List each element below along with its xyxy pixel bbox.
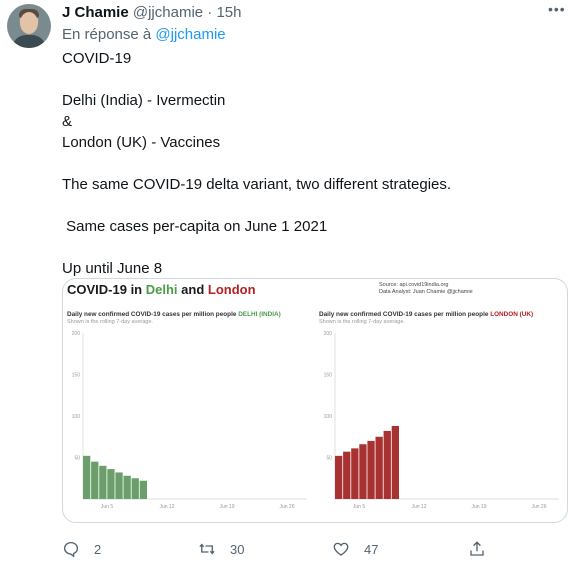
y-tick-label: 150 bbox=[72, 373, 81, 379]
tweet-line: Up until June 8 bbox=[62, 260, 163, 277]
tweet-line: London (UK) - Vaccines bbox=[62, 134, 221, 151]
x-tick-label: Jun 26 bbox=[279, 504, 294, 510]
x-tick-label: Jun 12 bbox=[159, 504, 174, 510]
tweet-actions: 2 30 47 bbox=[62, 538, 562, 560]
reply-to-line: En réponse à @jjchamie bbox=[62, 26, 226, 43]
media-title-london: London bbox=[207, 282, 256, 297]
author-meta[interactable]: @jjchamie · 15h bbox=[133, 4, 242, 21]
bar bbox=[391, 425, 399, 499]
tweet-line bbox=[62, 69, 552, 90]
media-title-delhi: Delhi bbox=[145, 282, 178, 297]
tweet-line: The same COVID-19 delta variant, two dif… bbox=[62, 176, 452, 193]
bar bbox=[383, 430, 391, 499]
chart-title-prefix: Daily new confirmed COVID-19 cases per m… bbox=[67, 311, 239, 318]
x-tick-label: Jun 19 bbox=[471, 504, 486, 510]
chart-title-prefix: Daily new confirmed COVID-19 cases per m… bbox=[319, 311, 491, 318]
chart-title-text: Daily new confirmed COVID-19 cases per m… bbox=[67, 311, 281, 318]
media-title-and: and bbox=[177, 282, 208, 297]
chart-panel-london: Daily new confirmed COVID-19 cases per m… bbox=[319, 309, 567, 517]
retweet-icon bbox=[199, 543, 215, 555]
share-button[interactable] bbox=[468, 538, 500, 560]
x-tick-label: Jun 26 bbox=[531, 504, 546, 510]
bar bbox=[131, 478, 139, 499]
y-tick-label: 50 bbox=[326, 456, 332, 462]
media-title: COVID-19 in Delhi and London bbox=[67, 282, 256, 297]
bar bbox=[375, 436, 383, 499]
x-tick-label: Jun 5 bbox=[101, 504, 113, 510]
chart-title-region: LONDON (UK) bbox=[490, 311, 534, 318]
avatar-shirt bbox=[12, 35, 46, 48]
tweet-line: Same cases per-capita on June 1 2021 bbox=[62, 218, 328, 235]
y-tick-label: 150 bbox=[324, 373, 333, 379]
source-line: Data Analyst: Juan Chamie @jjchamie bbox=[379, 289, 473, 295]
tweet-text: COVID-19 Delhi (India) - Ivermectin & Lo… bbox=[62, 48, 552, 279]
chart-title: Daily new confirmed COVID-19 cases per m… bbox=[319, 311, 533, 318]
avatar-face bbox=[20, 12, 38, 34]
source-line: Source: api.covid19india.org bbox=[379, 282, 449, 288]
chart-london: 200 150 100 50 Jun 5 Jun 12 Jun 19 Jun 26 bbox=[324, 331, 559, 510]
reply-handle-link[interactable]: @jjchamie bbox=[155, 26, 225, 43]
share-icon bbox=[470, 541, 484, 556]
tweet-header: J Chamie @jjchamie · 15h bbox=[62, 4, 241, 21]
bar bbox=[123, 475, 131, 499]
chart-title-region: DELHI (INDIA) bbox=[238, 311, 281, 318]
y-tick-label: 200 bbox=[324, 331, 333, 337]
y-tick-label: 200 bbox=[72, 331, 81, 337]
author-name[interactable]: J Chamie bbox=[62, 4, 129, 21]
tweet-line bbox=[62, 237, 552, 258]
more-options-icon[interactable]: ••• bbox=[548, 2, 566, 20]
chart-title: Daily new confirmed COVID-19 cases per m… bbox=[67, 311, 281, 318]
bar bbox=[91, 461, 99, 499]
reply-count: 2 bbox=[94, 541, 102, 557]
bar bbox=[83, 455, 91, 499]
heart-icon bbox=[333, 542, 349, 556]
bar bbox=[351, 448, 359, 499]
tweet-line: & bbox=[62, 113, 73, 130]
reply-prefix: En réponse à bbox=[62, 26, 156, 43]
bar bbox=[343, 451, 351, 499]
tweet-media-image[interactable]: COVID-19 in Delhi and London Source: api… bbox=[62, 278, 568, 523]
chart-title-text: Daily new confirmed COVID-19 cases per m… bbox=[319, 311, 533, 318]
bar bbox=[107, 469, 115, 499]
like-count: 47 bbox=[364, 541, 379, 557]
chart-panel-delhi: Daily new confirmed COVID-19 cases per m… bbox=[67, 309, 315, 517]
chart-subtitle: Shown is the rolling 7-day average. bbox=[319, 319, 405, 325]
reply-button[interactable]: 2 bbox=[62, 538, 101, 560]
media-title-prefix: COVID-19 in bbox=[67, 282, 146, 297]
like-button[interactable]: 47 bbox=[332, 538, 378, 560]
retweet-count: 30 bbox=[230, 541, 245, 557]
bar bbox=[335, 455, 343, 499]
x-tick-label: Jun 12 bbox=[411, 504, 426, 510]
tweet-line: Delhi (India) - Ivermectin bbox=[62, 92, 226, 109]
bar bbox=[99, 465, 107, 499]
tweet-line bbox=[62, 195, 552, 216]
avatar[interactable] bbox=[7, 4, 51, 48]
bar bbox=[367, 440, 375, 499]
chart-subtitle: Shown is the rolling 7-day average. bbox=[67, 319, 153, 325]
chart-delhi: 200 150 100 50 Jun 5 Jun 12 Jun 19 Jun 26 bbox=[72, 331, 307, 510]
reply-icon bbox=[63, 541, 79, 558]
retweet-button[interactable]: 30 bbox=[198, 538, 244, 560]
bar bbox=[139, 480, 147, 499]
y-tick-label: 50 bbox=[74, 456, 80, 462]
bar bbox=[359, 444, 367, 499]
x-tick-label: Jun 19 bbox=[219, 504, 234, 510]
y-tick-label: 100 bbox=[72, 414, 81, 420]
tweet-line: COVID-19 bbox=[62, 50, 132, 67]
x-tick-label: Jun 5 bbox=[353, 504, 365, 510]
bar bbox=[115, 472, 123, 499]
tweet-line bbox=[62, 153, 552, 174]
y-tick-label: 100 bbox=[324, 414, 333, 420]
media-source: Source: api.covid19india.org Data Analys… bbox=[379, 282, 473, 296]
